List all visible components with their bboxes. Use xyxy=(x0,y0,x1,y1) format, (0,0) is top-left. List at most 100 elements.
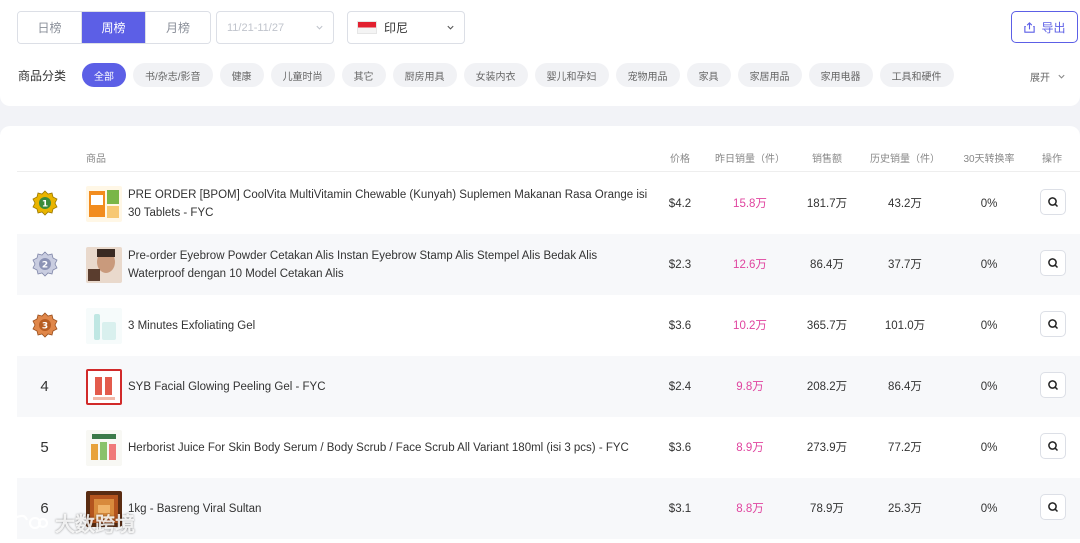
search-icon xyxy=(1048,380,1059,391)
header-action: 操作 xyxy=(1042,154,1062,165)
svg-text:2: 2 xyxy=(41,260,47,270)
period-tabs: 日榜 周榜 月榜 xyxy=(17,11,211,44)
price: $3.1 xyxy=(668,502,692,515)
price: $3.6 xyxy=(668,441,692,454)
table-row[interactable]: 2 Pre-order Eyebrow Powder Cetakan Alis … xyxy=(17,234,1080,295)
country-label: 印尼 xyxy=(384,21,409,35)
search-icon xyxy=(1048,197,1059,208)
category-chip[interactable]: 宠物用品 xyxy=(615,63,680,87)
revenue: 86.4万 xyxy=(810,258,844,271)
header-history-sales: 历史销量（件） xyxy=(870,154,940,165)
history-sales: 101.0万 xyxy=(884,319,926,332)
search-icon-button[interactable] xyxy=(1040,494,1066,520)
conversion-rate: 0% xyxy=(980,258,998,271)
table-row[interactable]: 6 1kg - Basreng Viral Sultan $3.1 8.8万 7… xyxy=(17,478,1080,539)
table-row[interactable]: 5 Herborist Juice For Skin Body Serum / … xyxy=(17,417,1080,478)
price: $2.4 xyxy=(668,380,692,393)
search-icon-button[interactable] xyxy=(1040,372,1066,398)
chevron-down-icon xyxy=(447,25,454,30)
rank-bronze-medal-icon: 3 xyxy=(17,295,72,356)
expand-label: 展开 xyxy=(1030,73,1050,84)
category-chip[interactable]: 书/杂志/影音 xyxy=(133,63,213,87)
search-icon-button[interactable] xyxy=(1040,433,1066,459)
ranking-table: 商品 价格 昨日销量（件） 销售额 历史销量（件） 30天转换率 操作 1 PR… xyxy=(0,126,1080,543)
category-chip[interactable]: 儿童时尚 xyxy=(270,63,335,87)
rank-number: 5 xyxy=(40,439,49,456)
date-range-picker[interactable]: 11/21-11/27 xyxy=(216,11,334,44)
price: $3.6 xyxy=(668,319,692,332)
product-title[interactable]: 1kg - Basreng Viral Sultan xyxy=(128,478,648,539)
tab-daily[interactable]: 日榜 xyxy=(18,12,82,43)
search-icon-button[interactable] xyxy=(1040,311,1066,337)
yesterday-sales: 12.6万 xyxy=(733,258,767,271)
export-button[interactable]: 导出 xyxy=(1011,11,1078,43)
header-price: 价格 xyxy=(670,154,690,165)
search-icon xyxy=(1048,441,1059,452)
product-thumbnail[interactable] xyxy=(86,430,122,466)
export-label: 导出 xyxy=(1041,20,1066,35)
history-sales: 77.2万 xyxy=(888,441,922,454)
table-row[interactable]: 3 3 Minutes Exfoliating Gel $3.6 10.2万 3… xyxy=(17,295,1080,356)
product-thumbnail[interactable] xyxy=(86,308,122,344)
table-row[interactable]: 1 PRE ORDER [BPOM] CoolVita MultiVitamin… xyxy=(17,173,1080,234)
header-conversion: 30天转换率 xyxy=(963,154,1015,165)
svg-text:3: 3 xyxy=(41,321,47,331)
category-chip[interactable]: 工具和硬件 xyxy=(879,63,954,87)
category-chip-all[interactable]: 全部 xyxy=(82,63,126,87)
header-yesterday-sales: 昨日销量（件） xyxy=(715,154,785,165)
search-icon xyxy=(1048,502,1059,513)
category-chip[interactable]: 家具 xyxy=(686,63,731,87)
product-title[interactable]: Pre-order Eyebrow Powder Cetakan Alis In… xyxy=(128,234,648,295)
category-chip[interactable]: 女装内衣 xyxy=(463,63,528,87)
yesterday-sales: 8.9万 xyxy=(736,441,764,454)
history-sales: 86.4万 xyxy=(888,380,922,393)
category-chip[interactable]: 家居用品 xyxy=(737,63,802,87)
indonesia-flag-icon xyxy=(357,21,377,34)
table-row[interactable]: 4 SYB Facial Glowing Peeling Gel - FYC $… xyxy=(17,356,1080,417)
product-thumbnail[interactable] xyxy=(86,247,122,283)
search-icon-button[interactable] xyxy=(1040,250,1066,276)
price: $4.2 xyxy=(668,197,692,210)
revenue: 181.7万 xyxy=(806,197,848,210)
date-range-placeholder: 11/21-11/27 xyxy=(227,21,285,34)
export-icon xyxy=(1024,21,1036,33)
tab-weekly[interactable]: 周榜 xyxy=(82,12,146,43)
conversion-rate: 0% xyxy=(980,441,998,454)
yesterday-sales: 8.8万 xyxy=(736,502,764,515)
search-icon-button[interactable] xyxy=(1040,189,1066,215)
revenue: 365.7万 xyxy=(806,319,848,332)
category-chips: 全部 书/杂志/影音 健康 儿童时尚 其它 厨房用具 女装内衣 婴儿和孕妇 宠物… xyxy=(82,63,954,87)
category-chip[interactable]: 其它 xyxy=(341,63,386,87)
rank-gold-medal-icon: 1 xyxy=(17,173,72,234)
header-revenue: 销售额 xyxy=(812,154,842,165)
category-label: 商品分类 xyxy=(18,69,67,83)
chevron-down-icon xyxy=(1058,74,1065,79)
expand-categories-button[interactable]: 展开 xyxy=(1030,69,1066,84)
product-thumbnail[interactable] xyxy=(86,186,122,222)
history-sales: 37.7万 xyxy=(888,258,922,271)
revenue: 273.9万 xyxy=(806,441,848,454)
conversion-rate: 0% xyxy=(980,197,998,210)
filter-panel: 日榜 周榜 月榜 11/21-11/27 印尼 导出 商品分类 全部 书/杂志/… xyxy=(0,0,1080,106)
category-chip[interactable]: 家用电器 xyxy=(808,63,873,87)
category-chip[interactable]: 健康 xyxy=(219,63,264,87)
product-title[interactable]: PRE ORDER [BPOM] CoolVita MultiVitamin C… xyxy=(128,173,648,234)
history-sales: 43.2万 xyxy=(888,197,922,210)
yesterday-sales: 9.8万 xyxy=(736,380,764,393)
product-title[interactable]: Herborist Juice For Skin Body Serum / Bo… xyxy=(128,417,648,478)
rank-silver-medal-icon: 2 xyxy=(17,234,72,295)
tab-monthly[interactable]: 月榜 xyxy=(146,12,210,43)
product-title[interactable]: 3 Minutes Exfoliating Gel xyxy=(128,295,648,356)
category-chip[interactable]: 婴儿和孕妇 xyxy=(534,63,609,87)
product-title[interactable]: SYB Facial Glowing Peeling Gel - FYC xyxy=(128,356,648,417)
product-thumbnail[interactable] xyxy=(86,369,122,405)
search-icon xyxy=(1048,258,1059,269)
chevron-down-icon xyxy=(316,25,323,30)
conversion-rate: 0% xyxy=(980,380,998,393)
country-select[interactable]: 印尼 xyxy=(347,11,465,44)
watermark-text: 大数跨境 xyxy=(55,514,135,536)
watermark-logo-icon xyxy=(11,514,49,529)
yesterday-sales: 10.2万 xyxy=(733,319,767,332)
category-chip[interactable]: 厨房用具 xyxy=(392,63,457,87)
revenue: 208.2万 xyxy=(806,380,848,393)
